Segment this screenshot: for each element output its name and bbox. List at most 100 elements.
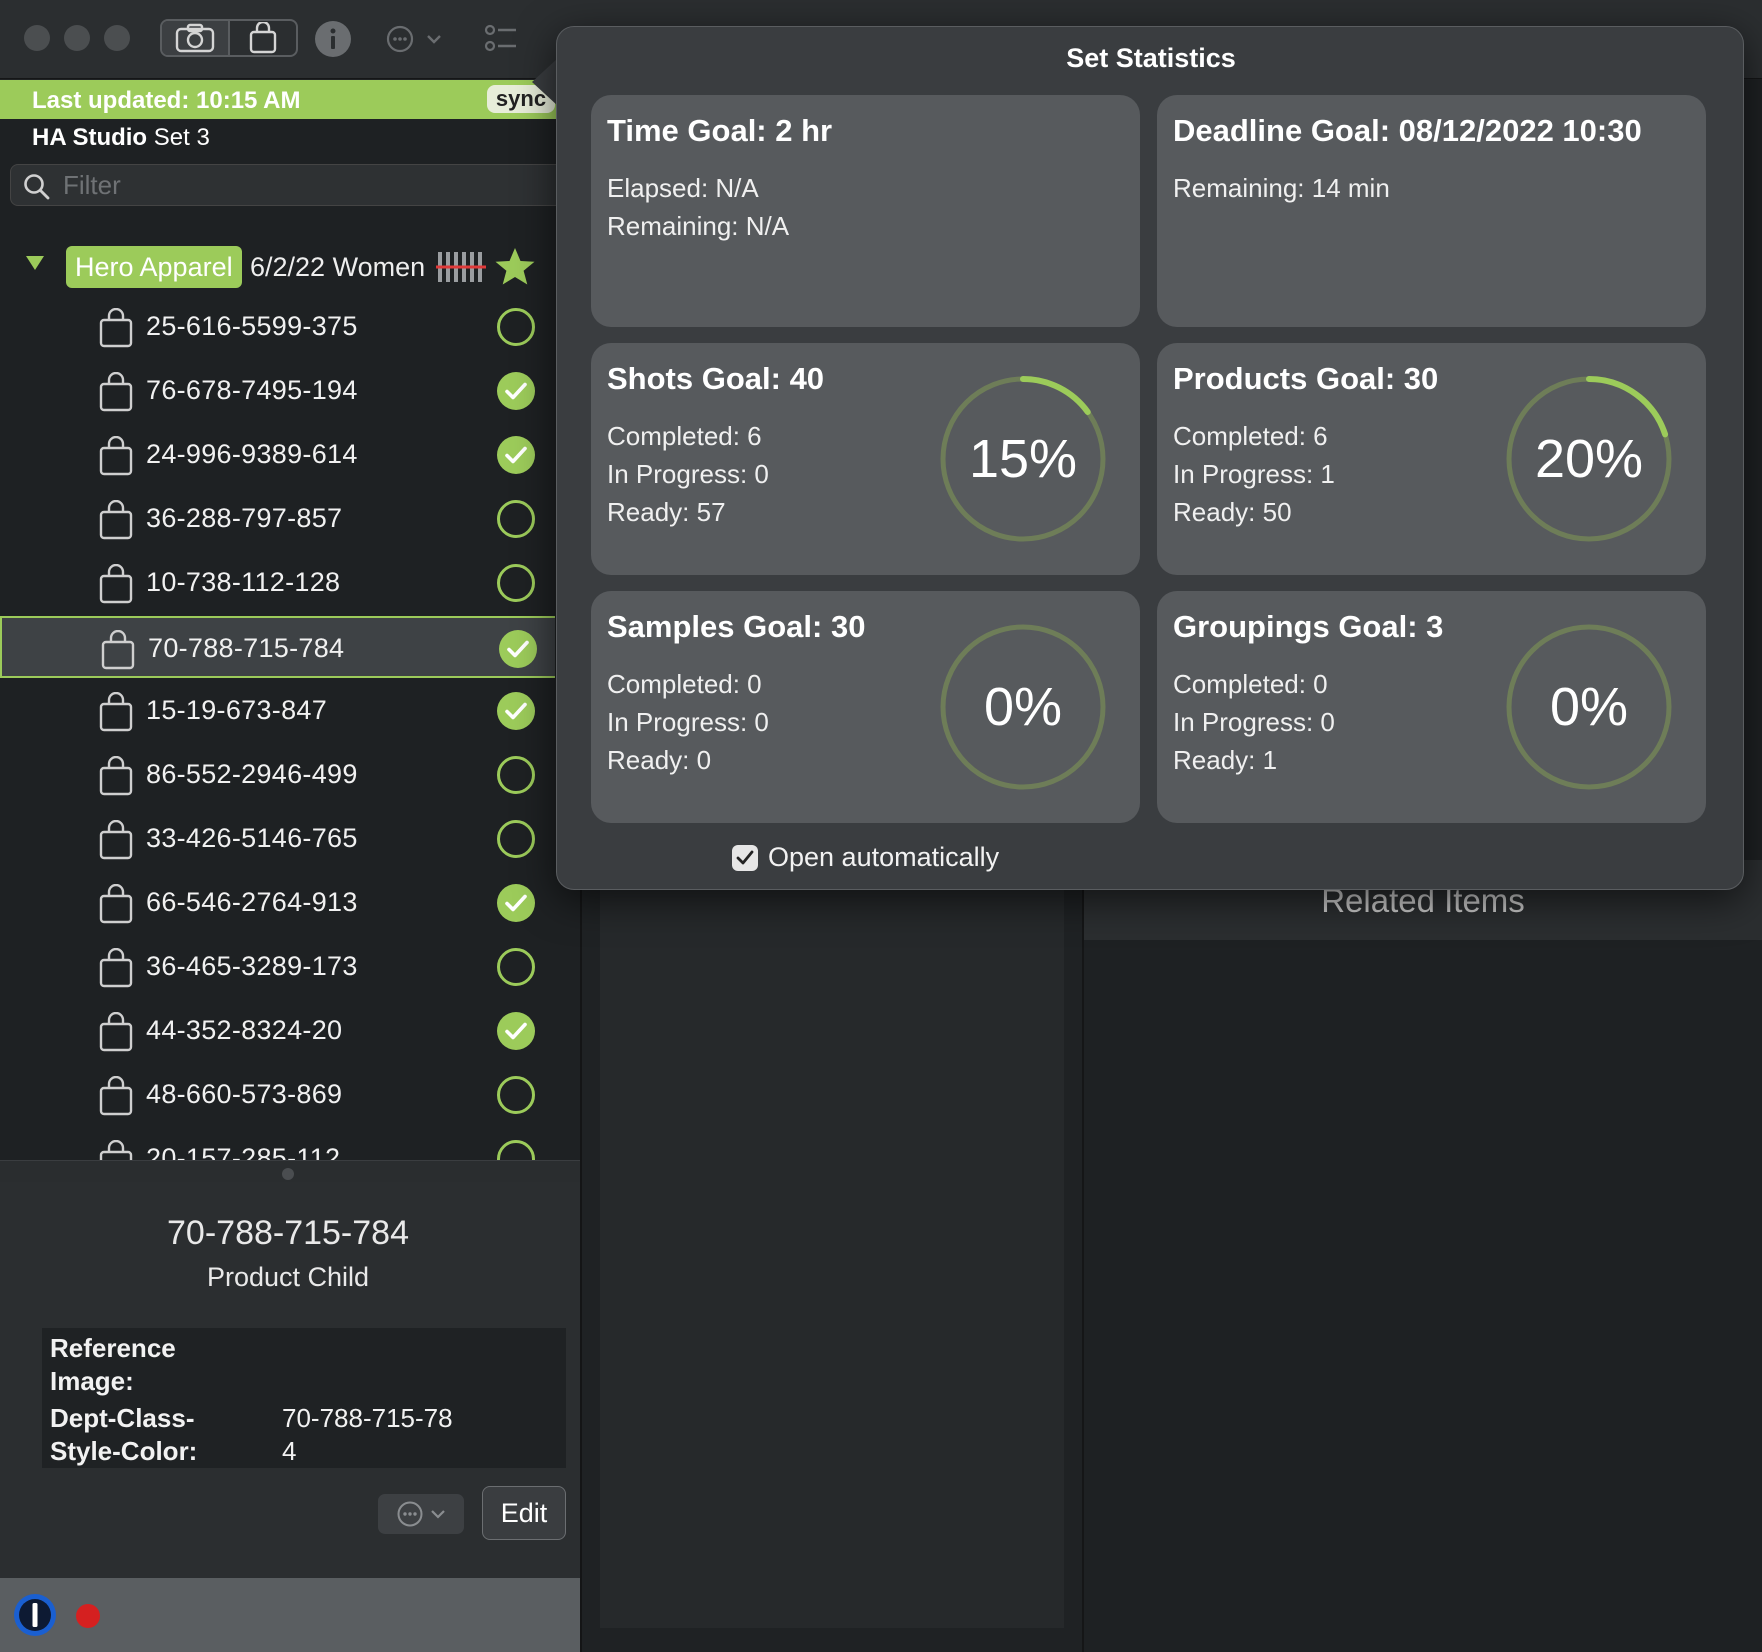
sync-status-bar: Last updated: 10:15 AM sync (0, 80, 580, 119)
deadline-goal-card: Deadline Goal: 08/12/2022 10:30 Remaining… (1157, 95, 1706, 327)
product-group-row[interactable]: Hero Apparel 6/2/22 Women (0, 242, 580, 292)
product-code: 70-788-715-784 (148, 633, 345, 663)
pane-splitter[interactable] (0, 1160, 580, 1182)
checklist-icon (484, 24, 516, 52)
progress-percent: 0% (983, 677, 1063, 737)
incomplete-circle-icon[interactable] (496, 1139, 536, 1160)
reference-image-label: Reference Image: (50, 1332, 250, 1398)
camera-icon (175, 23, 215, 53)
product-row[interactable]: 36-288-797-857 (0, 488, 555, 550)
incomplete-circle-icon[interactable] (496, 499, 536, 539)
dept-label-line1: Dept-Class- (50, 1403, 195, 1433)
product-row[interactable]: 44-352-8324-20 (0, 1000, 555, 1062)
edit-button[interactable]: Edit (482, 1486, 566, 1540)
open-automatically-option[interactable]: Open automatically (732, 842, 999, 873)
product-code: 24-996-9389-614 (146, 439, 358, 469)
minimize-window-button[interactable] (64, 25, 90, 51)
splitter-handle[interactable] (282, 1168, 294, 1180)
bag-icon (99, 308, 133, 348)
more-icon (397, 1501, 423, 1527)
incomplete-circle-icon[interactable] (496, 307, 536, 347)
card-title: Shots Goal: 40 (607, 361, 825, 396)
filter-field (10, 164, 580, 206)
product-row[interactable]: 20-157-285-112 (0, 1128, 555, 1160)
filter-input[interactable] (63, 169, 563, 201)
reference-image-label-line1: Reference (50, 1333, 176, 1363)
product-row[interactable]: 36-465-3289-173 (0, 936, 555, 998)
card-title: Deadline Goal: 08/12/2022 10:30 (1173, 113, 1642, 148)
card-title: Groupings Goal: 3 (1173, 609, 1444, 644)
product-code: 76-678-7495-194 (146, 375, 358, 405)
info-button[interactable] (314, 20, 352, 58)
disclosure-triangle-icon[interactable] (24, 254, 46, 272)
product-code: 86-552-2946-499 (146, 759, 358, 789)
incomplete-circle-icon[interactable] (496, 1075, 536, 1115)
product-code: 36-288-797-857 (146, 503, 343, 533)
completed-check-icon[interactable] (496, 435, 536, 475)
open-automatically-checkbox[interactable] (732, 844, 758, 871)
card-stat-line: Elapsed: N/A (607, 173, 759, 203)
close-window-button[interactable] (24, 25, 50, 51)
detail-properties: Reference Image: Dept-Class- Style-Color… (42, 1328, 566, 1468)
more-actions-button[interactable] (386, 24, 446, 54)
progress-percent: 15% (968, 429, 1078, 489)
product-row[interactable]: 15-19-673-847 (0, 680, 555, 742)
incomplete-circle-icon[interactable] (496, 947, 536, 987)
card-stat-line: Completed: 6 (1173, 421, 1328, 451)
product-row[interactable]: 86-552-2946-499 (0, 744, 555, 806)
search-icon (24, 174, 50, 200)
set-name: Set 3 (153, 124, 210, 151)
zoom-window-button[interactable] (104, 25, 130, 51)
password-manager-icon[interactable] (12, 1592, 58, 1638)
product-code: 33-426-5146-765 (146, 823, 358, 853)
completed-check-icon[interactable] (496, 1011, 536, 1051)
bag-icon (99, 756, 133, 796)
completed-check-icon[interactable] (496, 371, 536, 411)
group-tag: Hero Apparel (66, 246, 242, 288)
bag-icon (99, 948, 133, 988)
card-stat-line: Completed: 0 (607, 669, 762, 699)
view-mode-segmented-control (160, 19, 298, 57)
product-code: 25-616-5599-375 (146, 311, 358, 341)
bottom-status-bar (0, 1578, 580, 1652)
product-view-button[interactable] (230, 21, 296, 55)
product-row[interactable]: 24-996-9389-614 (0, 424, 555, 486)
completed-check-icon[interactable] (498, 629, 538, 669)
card-stat-line: Remaining: N/A (607, 211, 790, 241)
dept-class-style-color-label: Dept-Class- Style-Color: (50, 1402, 250, 1468)
card-stat-line: Remaining: 14 min (1173, 173, 1390, 203)
barcode-icon (436, 252, 486, 282)
incomplete-circle-icon[interactable] (496, 819, 536, 859)
product-row[interactable]: 70-788-715-784 (0, 616, 555, 678)
product-row[interactable]: 10-738-112-128 (0, 552, 555, 614)
product-row[interactable]: 66-546-2764-913 (0, 872, 555, 934)
time-goal-card: Time Goal: 2 hr Elapsed: N/A Remaining: N/… (591, 95, 1140, 327)
card-stat-line: In Progress: 0 (1173, 707, 1335, 737)
star-icon[interactable] (493, 246, 537, 288)
completed-check-icon[interactable] (496, 691, 536, 731)
camera-view-button[interactable] (162, 21, 230, 55)
product-row[interactable]: 33-426-5146-765 (0, 808, 555, 870)
dept-label-line2: Style-Color: (50, 1436, 198, 1466)
shots-goal-card: Shots Goal: 40 Completed: 6 In Progress: 0… (591, 343, 1140, 575)
product-code: 15-19-673-847 (146, 695, 328, 725)
group-date: 6/2/22 Women (250, 252, 426, 282)
product-row[interactable]: 48-660-573-869 (0, 1064, 555, 1126)
product-code: 36-465-3289-173 (146, 951, 358, 981)
set-statistics-popover: Set Statistics Time Goal: 2 hr Elapsed: N… (556, 26, 1744, 890)
product-list: 25-616-5599-375 76-678-7495-194 24-996-938… (0, 296, 580, 1160)
incomplete-circle-icon[interactable] (496, 563, 536, 603)
product-row[interactable]: 76-678-7495-194 (0, 360, 555, 422)
incomplete-circle-icon[interactable] (496, 755, 536, 795)
samples-goal-card: Samples Goal: 30 Completed: 0 In Progress:… (591, 591, 1140, 823)
studio-set-label: HA Studio Set 3 (32, 124, 210, 152)
detail-more-button[interactable] (378, 1494, 464, 1534)
card-title: Samples Goal: 30 (607, 609, 866, 644)
card-stat-line: Completed: 0 (1173, 669, 1328, 699)
checklist-button[interactable] (484, 22, 518, 54)
card-stat-line: Ready: 50 (1173, 497, 1292, 527)
sidebar: Last updated: 10:15 AM sync HA Studio Se… (0, 80, 580, 1652)
completed-check-icon[interactable] (496, 883, 536, 923)
product-row[interactable]: 25-616-5599-375 (0, 296, 555, 358)
checkmark-icon (736, 850, 754, 864)
